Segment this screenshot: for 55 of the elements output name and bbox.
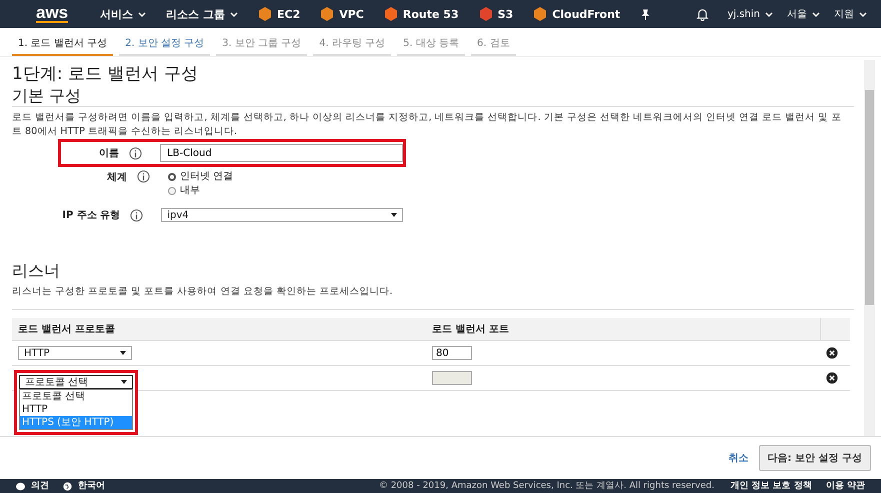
aws-logo[interactable]: aws: [36, 5, 68, 23]
chevron-down-icon: [812, 12, 820, 16]
page-title: 1단계: 로드 밸런서 구성: [12, 64, 199, 84]
region-menu[interactable]: 서울: [787, 7, 820, 21]
dropdown-arrow-icon: [391, 213, 397, 217]
field-label: IP 주소 유형: [61, 209, 120, 222]
section-heading: 리스너: [12, 261, 61, 281]
nav-menu-button[interactable]: 서비스: [100, 6, 146, 22]
ip-type-select[interactable]: ipv4: [161, 208, 403, 222]
feedback-link[interactable]: 의견: [31, 481, 49, 491]
wizard-step-tab[interactable]: 2. 보안 설정 구성: [119, 34, 210, 56]
chevron-down-icon: [765, 12, 773, 16]
support-menu[interactable]: 지원: [834, 7, 867, 21]
remove-icon[interactable]: [826, 347, 838, 359]
dropdown-arrow-icon: [121, 380, 127, 384]
copyright-text: © 2008 - 2019, Amazon Web Services, Inc. 또는 계열사. All rights reserved.: [378, 481, 714, 491]
scheme-radio-option[interactable]: 내부: [168, 184, 234, 198]
privacy-link[interactable]: 개인 정보 보호 정책: [730, 481, 812, 491]
service-shortcut[interactable]: S3: [478, 7, 514, 21]
column-header: 로드 밸런서 프로토콜: [17, 323, 116, 336]
nav-menu-button[interactable]: 리소스 그룹: [166, 6, 238, 22]
service-shortcut[interactable]: EC2: [258, 7, 300, 21]
info-icon[interactable]: [129, 146, 142, 160]
name-input-field[interactable]: LB-Cloud: [160, 144, 403, 162]
info-icon[interactable]: [137, 170, 150, 183]
dropdown-option[interactable]: 프로토콜 선택: [20, 390, 132, 403]
scheme-radio-option[interactable]: 인터넷 연결: [168, 170, 234, 184]
chevron-down-icon: [859, 12, 867, 16]
column-header: 로드 밸런서 포트: [431, 323, 510, 336]
service-shortcut[interactable]: CloudFront: [533, 7, 620, 21]
chevron-down-icon: [138, 12, 146, 16]
scrollbar[interactable]: [864, 60, 875, 436]
protocol-select[interactable]: HTTP: [18, 346, 132, 360]
section-description: 로드 밸런서를 구성하려면 이름을 입력하고, 체계를 선택하고, 하나 이상의 리스너를 지정하고, 네트워크를 선택합니다. 기본 구성은 선택한 네트워크에서의 인터넷 연결 로드 밸런서 및 포트 80에서 HTTP 트래픽을 수신하는 리스너입니다.: [12, 111, 842, 139]
cancel-link[interactable]: 취소: [728, 451, 749, 465]
next-button[interactable]: 다음: 보안 설정 구성: [758, 445, 871, 471]
field-label: 이름: [98, 147, 120, 160]
speech-bubble-icon[interactable]: [16, 482, 25, 490]
dropdown-option[interactable]: HTTP: [20, 403, 132, 416]
field-label: 체계: [106, 171, 127, 184]
info-icon[interactable]: [130, 208, 144, 222]
pin-icon[interactable]: [640, 8, 652, 20]
account-menu[interactable]: yj.shin: [727, 8, 773, 20]
port-input-field[interactable]: 80: [432, 346, 472, 360]
section-heading: 기본 구성: [12, 86, 854, 107]
language-link[interactable]: 한국어: [78, 481, 105, 491]
terms-link[interactable]: 이용 약관: [826, 481, 865, 491]
section-description: 리스너는 구성한 프로토콜 및 포트를 사용하여 연결 요청을 확인하는 프로세스입니다.: [12, 285, 854, 310]
notification-bell-icon[interactable]: [696, 8, 710, 20]
remove-icon[interactable]: [826, 372, 838, 384]
service-shortcut[interactable]: Route 53: [384, 7, 459, 21]
wizard-step-tab[interactable]: 1. 로드 밸런서 구성: [12, 34, 114, 56]
service-shortcut[interactable]: VPC: [320, 7, 364, 21]
chevron-down-icon: [230, 12, 238, 16]
dropdown-arrow-icon: [120, 351, 126, 355]
